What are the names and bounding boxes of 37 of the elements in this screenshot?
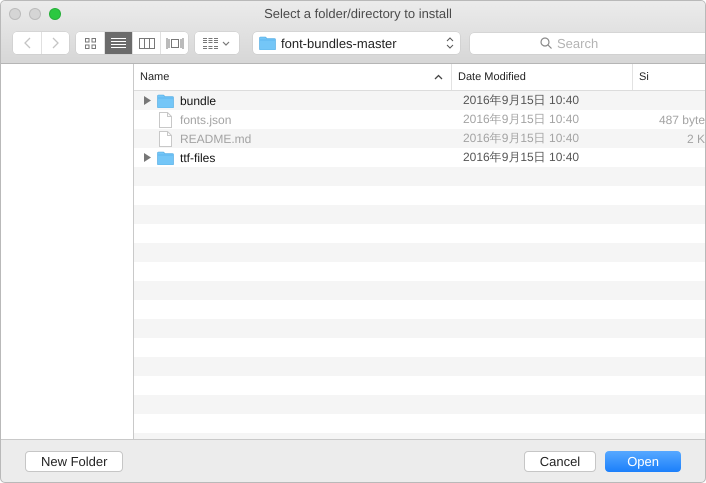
column-header[interactable]: Date Modified <box>452 64 633 90</box>
sort-caret-icon <box>434 74 443 80</box>
search-icon <box>540 36 552 48</box>
new-folder-button[interactable]: New Folder <box>25 450 124 472</box>
up-down-caret-icon <box>446 37 454 49</box>
folder-icon <box>259 36 276 50</box>
chevron-right-icon <box>52 37 59 49</box>
arrange-icon <box>203 38 231 48</box>
folder-icon <box>157 150 174 164</box>
chevron-left-icon <box>24 37 30 49</box>
size-cell-text: 2 K <box>686 132 705 146</box>
columns-view-icon <box>138 38 154 48</box>
size-cell-text: 487 byte <box>658 112 705 126</box>
search-field[interactable]: Search <box>470 32 705 54</box>
file-name[interactable]: bundle <box>180 94 216 108</box>
date-cell-text: 2016年9月15日 10:40 <box>462 111 580 128</box>
column-header[interactable]: Si <box>633 64 705 90</box>
file-name[interactable]: ttf-files <box>180 150 216 164</box>
document-icon <box>159 112 172 128</box>
gallery-view-icon <box>166 38 184 48</box>
window-title: Select a folder/directory to install <box>263 6 453 21</box>
document-icon <box>159 130 172 146</box>
disclosure-triangle-icon[interactable] <box>144 96 151 105</box>
cancel-button[interactable]: Cancel <box>524 450 596 472</box>
view-mode-button[interactable] <box>104 32 132 54</box>
list-view-icon <box>111 38 126 48</box>
date-cell-text: 2016年9月15日 10:40 <box>462 92 580 109</box>
column-header[interactable]: Name <box>134 64 452 90</box>
arrange-button[interactable] <box>195 32 239 54</box>
location-popup[interactable]: font-bundles-master <box>253 32 460 54</box>
disclosure-triangle-icon[interactable] <box>144 153 151 162</box>
zoom-button[interactable] <box>49 8 61 20</box>
view-mode-button[interactable] <box>160 32 188 54</box>
folder-icon <box>157 94 174 108</box>
grid-view-icon <box>84 38 96 48</box>
date-cell-text: 2016年9月15日 10:40 <box>462 130 580 147</box>
date-cell-text: 2016年9月15日 10:40 <box>462 149 580 166</box>
